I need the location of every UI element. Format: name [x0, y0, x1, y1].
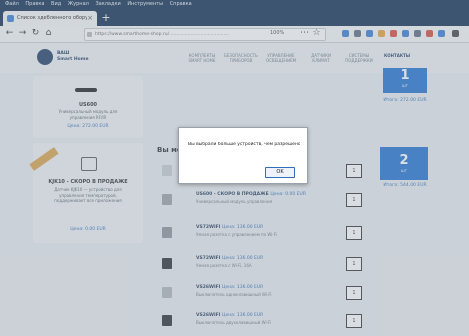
alert-dialog: Вы выбрали больше устройств, чем разреше… [178, 127, 308, 184]
dialog-message: Вы выбрали больше устройств, чем разреше… [188, 142, 300, 147]
ok-button[interactable]: OK [265, 167, 295, 178]
